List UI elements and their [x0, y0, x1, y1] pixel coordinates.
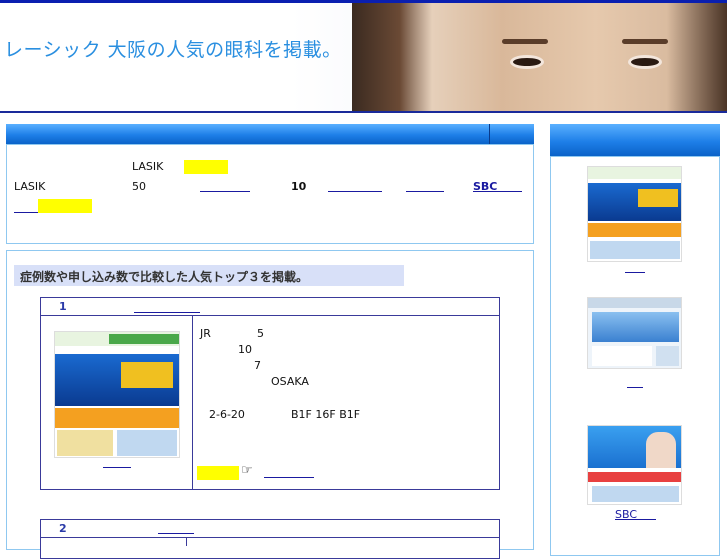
intro-sbc-link[interactable]: SBC [473, 180, 497, 193]
ranking-item-1-thumb-link[interactable] [103, 467, 131, 468]
site-title[interactable]: レーシック 大阪の人気の眼科を掲載。 [4, 35, 342, 62]
sidebar-item-2-link[interactable] [627, 387, 643, 388]
intro-highlight-2 [38, 199, 92, 213]
sb1-block [590, 241, 680, 259]
intro-highlight-1 [184, 160, 228, 174]
site-header: レーシック 大阪の人気の眼科を掲載。 [0, 3, 727, 113]
sb2-sky [592, 312, 679, 342]
sidebar-item-2-thumbnail[interactable] [587, 297, 682, 369]
sidebar-item-3-thumbnail[interactable] [587, 425, 682, 505]
ranking-item-2-rank: 2 [59, 522, 67, 535]
ranking-item-2: 2 [40, 519, 500, 559]
detail-7: 7 [254, 359, 261, 372]
sb2-top [588, 298, 681, 308]
intro-number-10: 10 [291, 180, 307, 193]
detail-osaka: OSAKA [271, 375, 309, 388]
ranking-item-1-rank: 1 [59, 300, 67, 313]
header-photo-eye-left [510, 55, 544, 69]
ranking-callout: 症例数や申し込み数で比較した人気トップ３を掲載。 [14, 265, 404, 286]
ranking-item-2-header: 2 [41, 520, 499, 538]
ranking-item-2-title-link[interactable] [158, 533, 194, 534]
detail-jr: JR [200, 327, 211, 340]
ranking-item-1-header: 1 [41, 298, 499, 316]
sb3-strip [588, 472, 681, 482]
detail-floors: B1F 16F B1F [291, 408, 361, 421]
main-band-divider [489, 124, 490, 144]
intro-number-50: 50 [132, 180, 146, 193]
ranking-item-1-title-link[interactable] [134, 312, 200, 313]
sidebar-item-1-thumbnail[interactable] [587, 166, 682, 262]
sb1-accent [638, 189, 678, 207]
header-photo-brow-right [622, 39, 668, 44]
intro-sbc-link-tail[interactable] [496, 191, 522, 192]
ranking-item-1-thumbnail[interactable] [54, 331, 180, 458]
sb3-block [592, 486, 679, 502]
ranking-item-1-highlight [197, 466, 239, 480]
intro-link-1[interactable] [200, 191, 250, 192]
detail-5: 5 [257, 327, 264, 340]
sidebar-item-1-link[interactable] [625, 272, 645, 273]
sb2-content [592, 346, 652, 366]
detail-address: 2-6-20 [209, 408, 245, 421]
sb1-band [588, 223, 681, 237]
ranking-item-1-col-divider [192, 316, 193, 489]
thumb1-block-b [117, 430, 177, 456]
sidebar-title-band [550, 124, 720, 156]
sidebar-item-3-link-tail[interactable] [636, 519, 656, 520]
intro-lasik-label: LASIK [132, 160, 164, 173]
thumb1-band [55, 408, 179, 428]
sb3-person [646, 432, 676, 468]
intro-link-2[interactable] [328, 191, 382, 192]
intro-panel [6, 144, 534, 244]
sb2-side [656, 346, 679, 366]
sidebar-item-3-label[interactable]: SBC [615, 508, 637, 521]
thumb1-nav [109, 334, 179, 344]
intro-link-4[interactable] [14, 212, 38, 213]
pointing-hand-icon: ☞ [241, 463, 253, 478]
intro-link-3[interactable] [406, 191, 444, 192]
header-photo-hair [352, 3, 432, 111]
header-photo-eye-right [628, 55, 662, 69]
main-title-band [6, 124, 534, 144]
header-photo [352, 3, 727, 111]
ranking-item-1-detail-link[interactable] [264, 477, 314, 478]
header-photo-brow-left [502, 39, 548, 44]
detail-10: 10 [238, 343, 252, 356]
sb1-top [588, 167, 681, 179]
thumb1-banner-accent [121, 362, 173, 388]
header-photo-hair-right [667, 3, 727, 111]
intro-lasik-label-2: LASIK [14, 180, 46, 193]
thumb1-block-a [57, 430, 113, 456]
